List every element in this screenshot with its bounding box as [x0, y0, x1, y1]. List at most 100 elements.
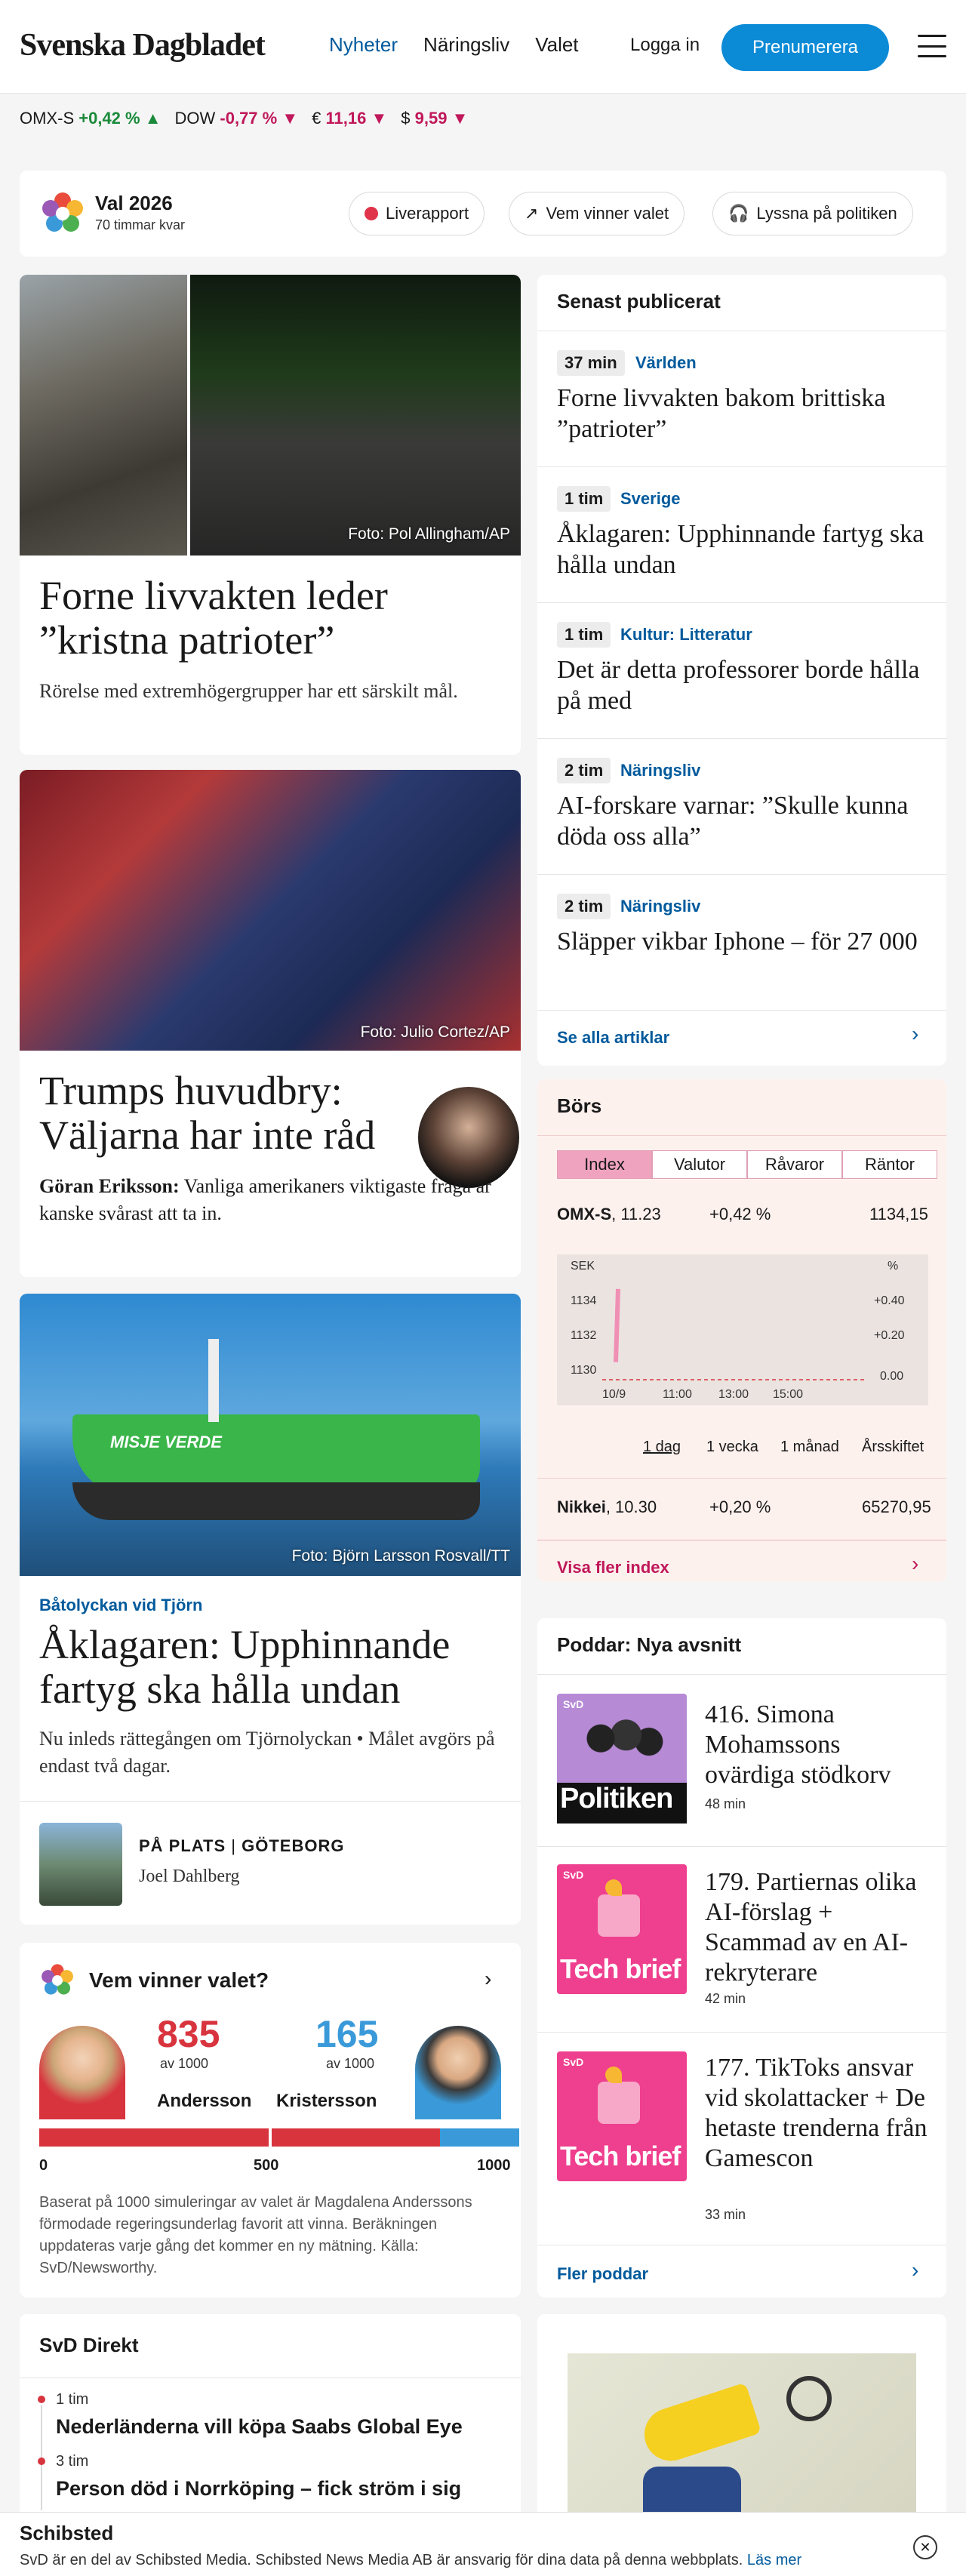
forecast-note: Baserat på 1000 simuleringar av valet är…: [39, 2194, 472, 2276]
ticker-item[interactable]: DOW -0,77 % ▼: [175, 109, 299, 128]
site-logo[interactable]: Svenska Dagbladet: [20, 27, 266, 63]
nav-item-naringsliv[interactable]: Näringsliv: [423, 33, 509, 57]
ticker-item[interactable]: $ 9,59 ▼: [401, 109, 468, 128]
podcast-cover[interactable]: SvD Tech brief: [557, 2051, 687, 2181]
direkt-headline[interactable]: Person död i Norrköping – fick ström i s…: [56, 2477, 461, 2501]
category-label[interactable]: Kultur: Litteratur: [620, 625, 752, 645]
right-forecast-unit: av 1000: [326, 2056, 375, 2071]
podcast-episode-title[interactable]: 416. Simona Mohamssons ovärdiga stödkorv: [705, 1700, 931, 1790]
latest-headline[interactable]: Det är detta professorer borde hålla på …: [557, 655, 934, 717]
show-more-index-link[interactable]: Visa fler index: [557, 1558, 669, 1577]
election-bar: Val 2026 70 timmar kvar Liverapport ↗ Vem…: [20, 171, 946, 257]
latest-headline[interactable]: Släpper vikbar Iphone – för 27 000: [557, 927, 934, 958]
site-header: Svenska Dagbladet Nyheter Näringsliv Val…: [0, 0, 966, 94]
liverapport-button[interactable]: Liverapport: [349, 192, 485, 235]
article-title[interactable]: Forne livvakten leder ”kristna patrioter…: [39, 573, 492, 663]
ship-name: MISJE VERDE: [110, 1433, 222, 1451]
index-chart: SEK % 1134 1132 1130 +0.40 +0.20 0.00 10…: [557, 1254, 928, 1405]
index-row[interactable]: OMX-S, 11.23: [557, 1205, 661, 1224]
article-image: [20, 770, 521, 1051]
range-1-dag[interactable]: 1 dag: [643, 1439, 681, 1456]
ticker-item[interactable]: € 11,16 ▼: [312, 109, 387, 128]
subscribe-button[interactable]: Prenumerera: [721, 24, 889, 71]
more-podcasts-link[interactable]: Fler poddar: [557, 2264, 648, 2284]
podcast-duration: 48 min: [705, 1796, 746, 1811]
close-icon[interactable]: ✕: [913, 2535, 937, 2559]
article-lead: Rörelse med extremhögergrupper har ett s…: [39, 680, 458, 702]
index-value: 1134,15: [869, 1205, 928, 1223]
article-card[interactable]: Foto: Pol Allingham/AP Forne livvakten l…: [20, 275, 521, 755]
index-change: +0,42 %: [709, 1205, 771, 1223]
reporter-name[interactable]: Joel Dahlberg: [139, 1867, 240, 1887]
timeline-dot: [38, 2458, 45, 2465]
read-more-link[interactable]: Läs mer: [747, 2552, 801, 2568]
direkt-title[interactable]: SvD Direkt: [39, 2334, 139, 2357]
cookie-footer: Schibsted SvD är en del av Schibsted Med…: [0, 2512, 966, 2576]
index-value: 65270,95: [862, 1497, 931, 1516]
index-row[interactable]: Nikkei, 10.30: [557, 1497, 657, 1517]
footer-text: SvD är en del av Schibsted Media. Schibs…: [20, 2552, 802, 2568]
election-forecast-card[interactable]: Vem vinner valet? › 835 av 1000 Andersso…: [20, 1943, 521, 2297]
time-badge: 1 tim: [557, 622, 611, 648]
x-tick: 10/9: [602, 1388, 626, 1401]
range-1-manad[interactable]: 1 månad: [780, 1439, 839, 1456]
category-label[interactable]: Näringsliv: [620, 897, 700, 916]
forecast-title[interactable]: Vem vinner valet?: [89, 1968, 269, 1993]
y-tick-right: +0.40: [874, 1294, 905, 1307]
chart-unit-left: SEK: [571, 1260, 595, 1273]
tab-valutor[interactable]: Valutor: [652, 1150, 747, 1179]
right-forecast-number: 165: [315, 2013, 379, 2055]
podcast-cover[interactable]: SvD Tech brief: [557, 1864, 687, 1994]
latest-headline[interactable]: Åklagaren: Upphinnande fartyg ska hålla …: [557, 519, 934, 581]
time-badge: 2 tim: [557, 894, 611, 919]
range-arsskiftet[interactable]: Årsskiftet: [862, 1439, 924, 1456]
hamburger-menu-icon[interactable]: [918, 35, 946, 57]
article-title[interactable]: Trumps huvudbry: Väljarna har inte råd: [39, 1068, 417, 1159]
login-link[interactable]: Logga in: [630, 35, 700, 56]
bors-title: Börs: [557, 1094, 602, 1117]
arrow-down-icon: ▼: [371, 109, 388, 128]
y-tick-left: 1134: [571, 1294, 597, 1307]
arrow-down-icon: ▼: [451, 109, 469, 128]
chevron-right-icon[interactable]: ›: [912, 1552, 918, 1576]
category-label[interactable]: Sverige: [620, 489, 681, 509]
category-label[interactable]: Världen: [635, 353, 697, 373]
election-countdown: 70 timmar kvar: [95, 217, 186, 232]
ticker-item[interactable]: OMX-S +0,42 % ▲: [20, 109, 162, 128]
article-card[interactable]: Foto: Julio Cortez/AP Trumps huvudbry: V…: [20, 770, 521, 1277]
lyssna-button[interactable]: 🎧 Lyssna på politiken: [712, 192, 913, 235]
direkt-headline[interactable]: Nederländerna vill köpa Saabs Global Eye: [56, 2415, 463, 2439]
article-card[interactable]: MISJE VERDE Foto: Björn Larsson Rosvall/…: [20, 1294, 521, 1925]
chevron-right-icon[interactable]: ›: [485, 1967, 491, 1991]
latest-headline[interactable]: Forne livvakten bakom brittiska ”patriot…: [557, 383, 934, 445]
x-tick: 11:00: [663, 1388, 692, 1401]
forecast-bar-divider: [269, 2128, 272, 2147]
see-all-articles-link[interactable]: Se alla artiklar: [557, 1028, 669, 1048]
chevron-right-icon[interactable]: ›: [912, 2258, 918, 2282]
article-kicker[interactable]: Båtolyckan vid Tjörn: [39, 1596, 202, 1615]
range-1-vecka[interactable]: 1 vecka: [706, 1439, 758, 1456]
chevron-right-icon[interactable]: ›: [912, 1022, 918, 1046]
latest-news-card: Senast publicerat 37 min Världen Forne l…: [537, 275, 946, 1066]
podcast-episode-title[interactable]: 179. Partiernas olika AI-förslag + Scamm…: [705, 1867, 931, 1988]
vem-vinner-button[interactable]: ↗ Vem vinner valet: [509, 192, 685, 235]
arrow-up-icon: ▲: [144, 109, 162, 128]
election-flower-icon: [42, 192, 83, 232]
podcast-cover[interactable]: SvD Politiken: [557, 1694, 687, 1824]
tab-ravaror[interactable]: Råvaror: [747, 1150, 842, 1179]
category-label[interactable]: Näringsliv: [620, 761, 700, 780]
latest-headline[interactable]: AI-forskare varnar: ”Skulle kunna döda o…: [557, 791, 934, 853]
nav-item-nyheter[interactable]: Nyheter: [329, 33, 398, 57]
article-title[interactable]: Åklagaren: Upphinnande fartyg ska hålla …: [39, 1622, 507, 1713]
podcasts-card: Poddar: Nya avsnitt SvD Politiken 416. S…: [537, 1618, 946, 2297]
photo-caption: Foto: Julio Cortez/AP: [360, 1023, 510, 1041]
tab-index[interactable]: Index: [557, 1150, 652, 1179]
trend-icon: ↗: [525, 204, 539, 223]
podcast-episode-title[interactable]: 177. TikToks ansvar vid skolattacker + D…: [705, 2053, 931, 2174]
tab-rantor[interactable]: Räntor: [842, 1150, 937, 1179]
index-chart-svg: SEK % 1134 1132 1130 +0.40 +0.20 0.00 10…: [571, 1260, 905, 1401]
nav-item-valet[interactable]: Valet: [535, 33, 578, 57]
kristersson-portrait: [415, 2026, 501, 2119]
byline-place: PÅ PLATS | GÖTEBORG: [139, 1836, 345, 1855]
latest-title: Senast publicerat: [557, 290, 721, 312]
